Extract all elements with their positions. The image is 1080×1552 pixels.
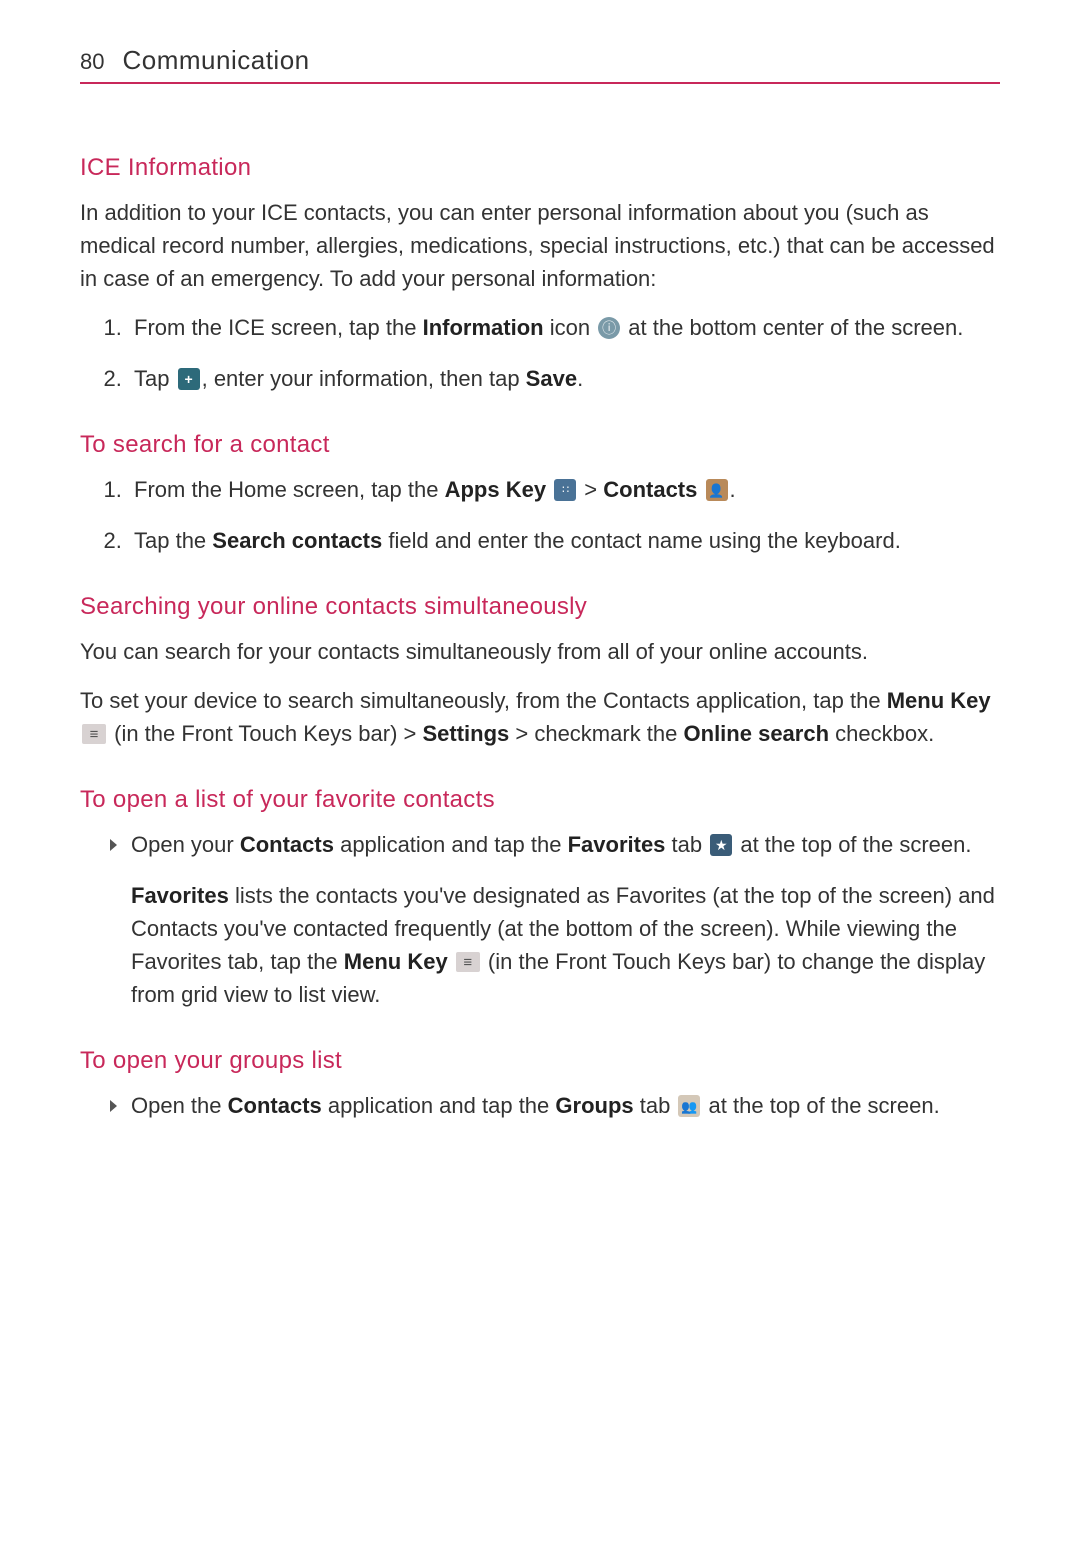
groups-bullet-text: Open the Contacts application and tap th… [131,1089,1000,1122]
search-steps-list: From the Home screen, tap the Apps Key ∷… [98,473,1000,557]
heading-online-search: Searching your online contacts simultane… [80,593,1000,621]
favorites-paragraph: Favorites lists the contacts you've desi… [110,879,1000,1011]
heading-search-contact: To search for a contact [80,431,1000,459]
groups-icon: 👥 [678,1095,700,1117]
contacts-icon: 👤 [706,479,728,501]
ice-step-1: From the ICE screen, tap the Information… [128,311,1000,344]
ice-steps-list: From the ICE screen, tap the Information… [98,311,1000,395]
online-para-2: To set your device to search simultaneou… [80,684,1000,750]
heading-groups: To open your groups list [80,1047,1000,1075]
menu-key-icon: ≡ [456,952,480,972]
bullet-arrow-icon [110,1100,117,1112]
document-page: 80 Communication ICE Information In addi… [0,0,1080,1552]
page-title: Communication [122,45,309,76]
groups-bullet: Open the Contacts application and tap th… [110,1089,1000,1122]
search-step-1: From the Home screen, tap the Apps Key ∷… [128,473,1000,506]
menu-key-icon: ≡ [82,724,106,744]
heading-ice-information: ICE Information [80,154,1000,182]
search-step-2: Tap the Search contacts field and enter … [128,524,1000,557]
favorites-bullet: Open your Contacts application and tap t… [110,828,1000,861]
favorites-bullet-text: Open your Contacts application and tap t… [131,828,1000,861]
add-icon: + [178,368,200,390]
info-icon: ⓘ [598,317,620,339]
favorites-detail-text: Favorites lists the contacts you've desi… [131,879,1000,1011]
page-number: 80 [80,49,104,75]
online-para-1: You can search for your contacts simulta… [80,635,1000,668]
star-icon: ★ [710,834,732,856]
page-header: 80 Communication [80,45,1000,84]
ice-intro-paragraph: In addition to your ICE contacts, you ca… [80,196,1000,295]
ice-step-2: Tap +, enter your information, then tap … [128,362,1000,395]
page-content: ICE Information In addition to your ICE … [80,154,1000,1122]
apps-key-icon: ∷ [554,479,576,501]
heading-favorites: To open a list of your favorite contacts [80,786,1000,814]
bullet-arrow-icon [110,839,117,851]
